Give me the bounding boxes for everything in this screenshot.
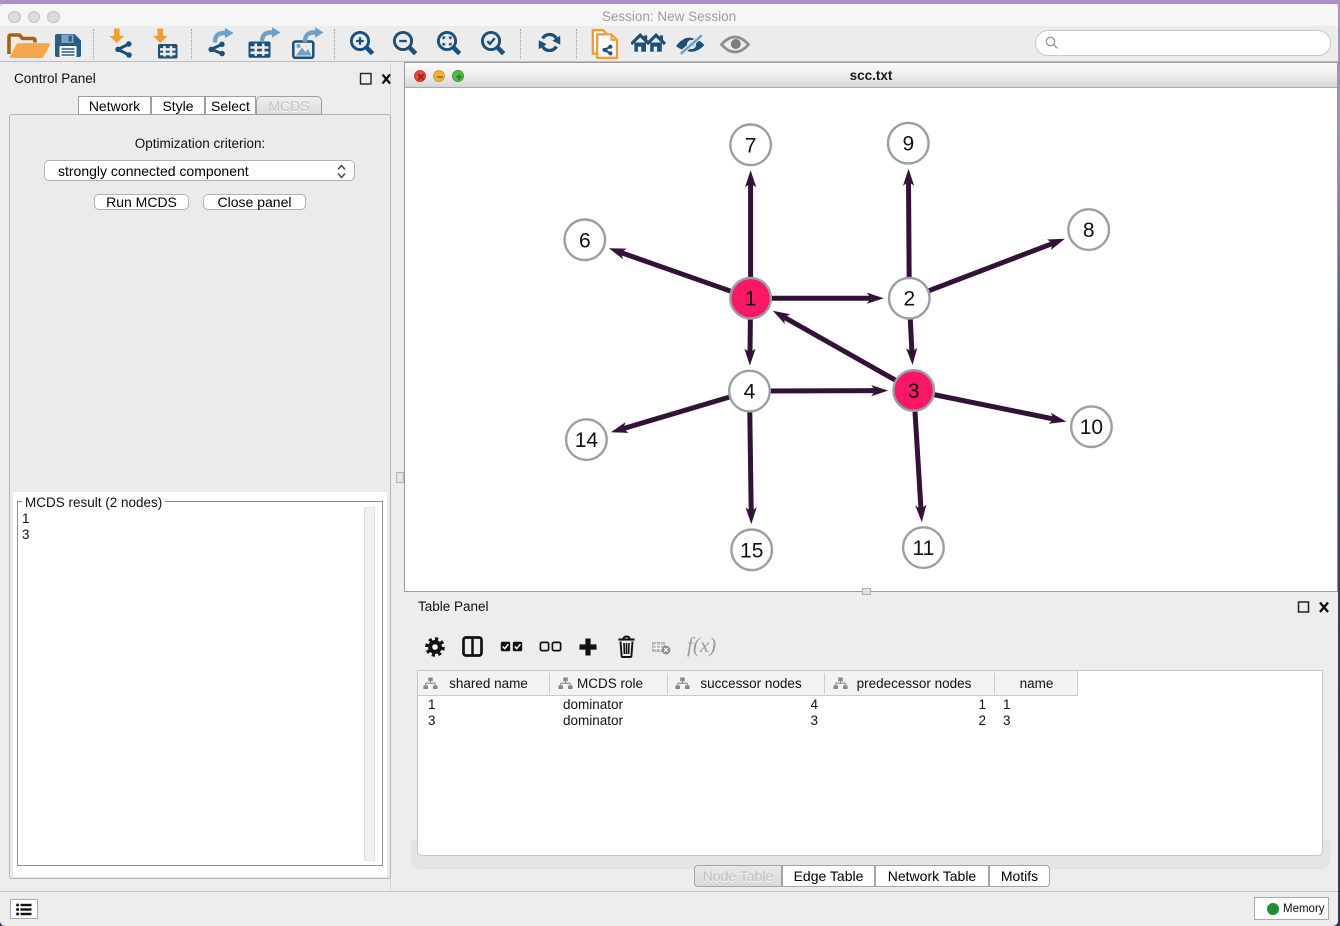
- svg-text:1: 1: [745, 288, 757, 311]
- svg-text:14: 14: [575, 429, 599, 452]
- svg-text:3: 3: [908, 380, 920, 403]
- svg-text:11: 11: [912, 537, 934, 560]
- svg-text:9: 9: [902, 133, 914, 156]
- svg-text:10: 10: [1080, 416, 1103, 439]
- svg-text:6: 6: [579, 229, 591, 252]
- svg-text:4: 4: [744, 381, 756, 404]
- svg-text:15: 15: [740, 539, 763, 562]
- svg-text:8: 8: [1083, 219, 1095, 242]
- svg-text:2: 2: [903, 288, 915, 311]
- svg-text:7: 7: [745, 134, 757, 157]
